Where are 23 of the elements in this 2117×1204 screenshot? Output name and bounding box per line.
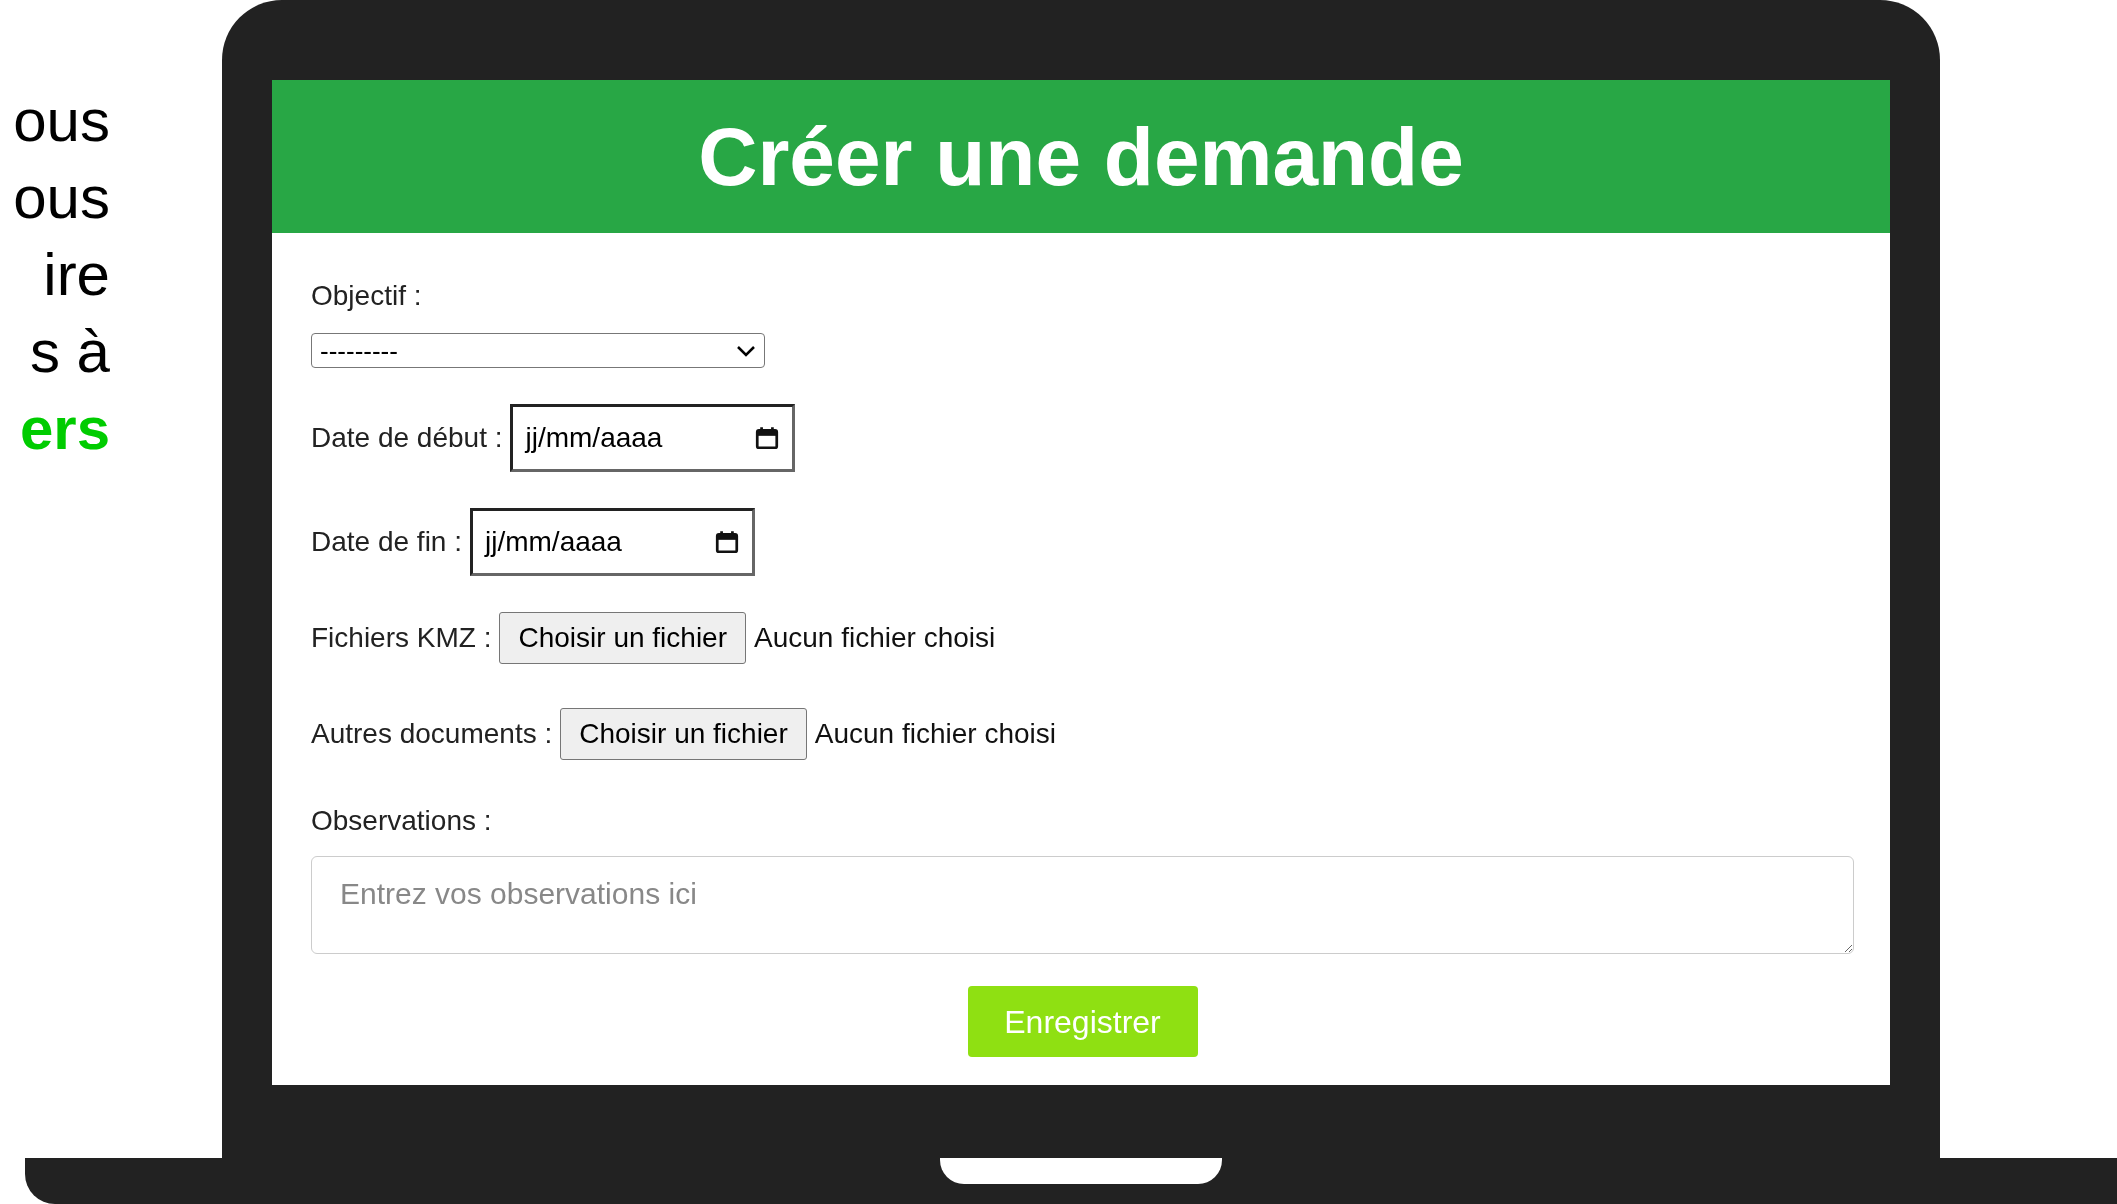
field-label: Observations : bbox=[311, 804, 493, 838]
choose-file-button[interactable]: Choisir un fichier bbox=[499, 612, 746, 664]
observations-field[interactable]: Entrez vos observations ici bbox=[311, 856, 1854, 954]
select-field[interactable]: --------- bbox=[311, 333, 765, 368]
file-status: Aucun fichier choisi bbox=[754, 621, 996, 655]
slide-text: ous bbox=[13, 86, 110, 156]
calendar-icon bbox=[754, 425, 781, 451]
slide-text: ous bbox=[13, 163, 110, 233]
field-label: Date de fin : bbox=[311, 525, 462, 559]
field-label: Date de début : bbox=[311, 421, 503, 455]
slide-text: ire bbox=[43, 240, 110, 310]
slide-text: ers bbox=[19, 394, 110, 464]
choose-file-button[interactable]: Choisir un fichier bbox=[560, 708, 807, 760]
file-status: Aucun fichier choisi bbox=[814, 717, 1056, 751]
calendar-icon bbox=[714, 529, 740, 555]
page-title: Créer une demande bbox=[698, 110, 1464, 204]
date-field[interactable]: jj/mm/aaaa bbox=[470, 508, 755, 576]
date-field[interactable]: jj/mm/aaaa bbox=[510, 404, 796, 472]
slide-text: s à bbox=[29, 317, 110, 387]
chevron-down-icon bbox=[736, 344, 756, 357]
field-label: Autres documents : bbox=[311, 717, 553, 751]
field-label: Objectif : bbox=[311, 279, 423, 313]
field-label: Fichiers KMZ : bbox=[311, 621, 492, 655]
